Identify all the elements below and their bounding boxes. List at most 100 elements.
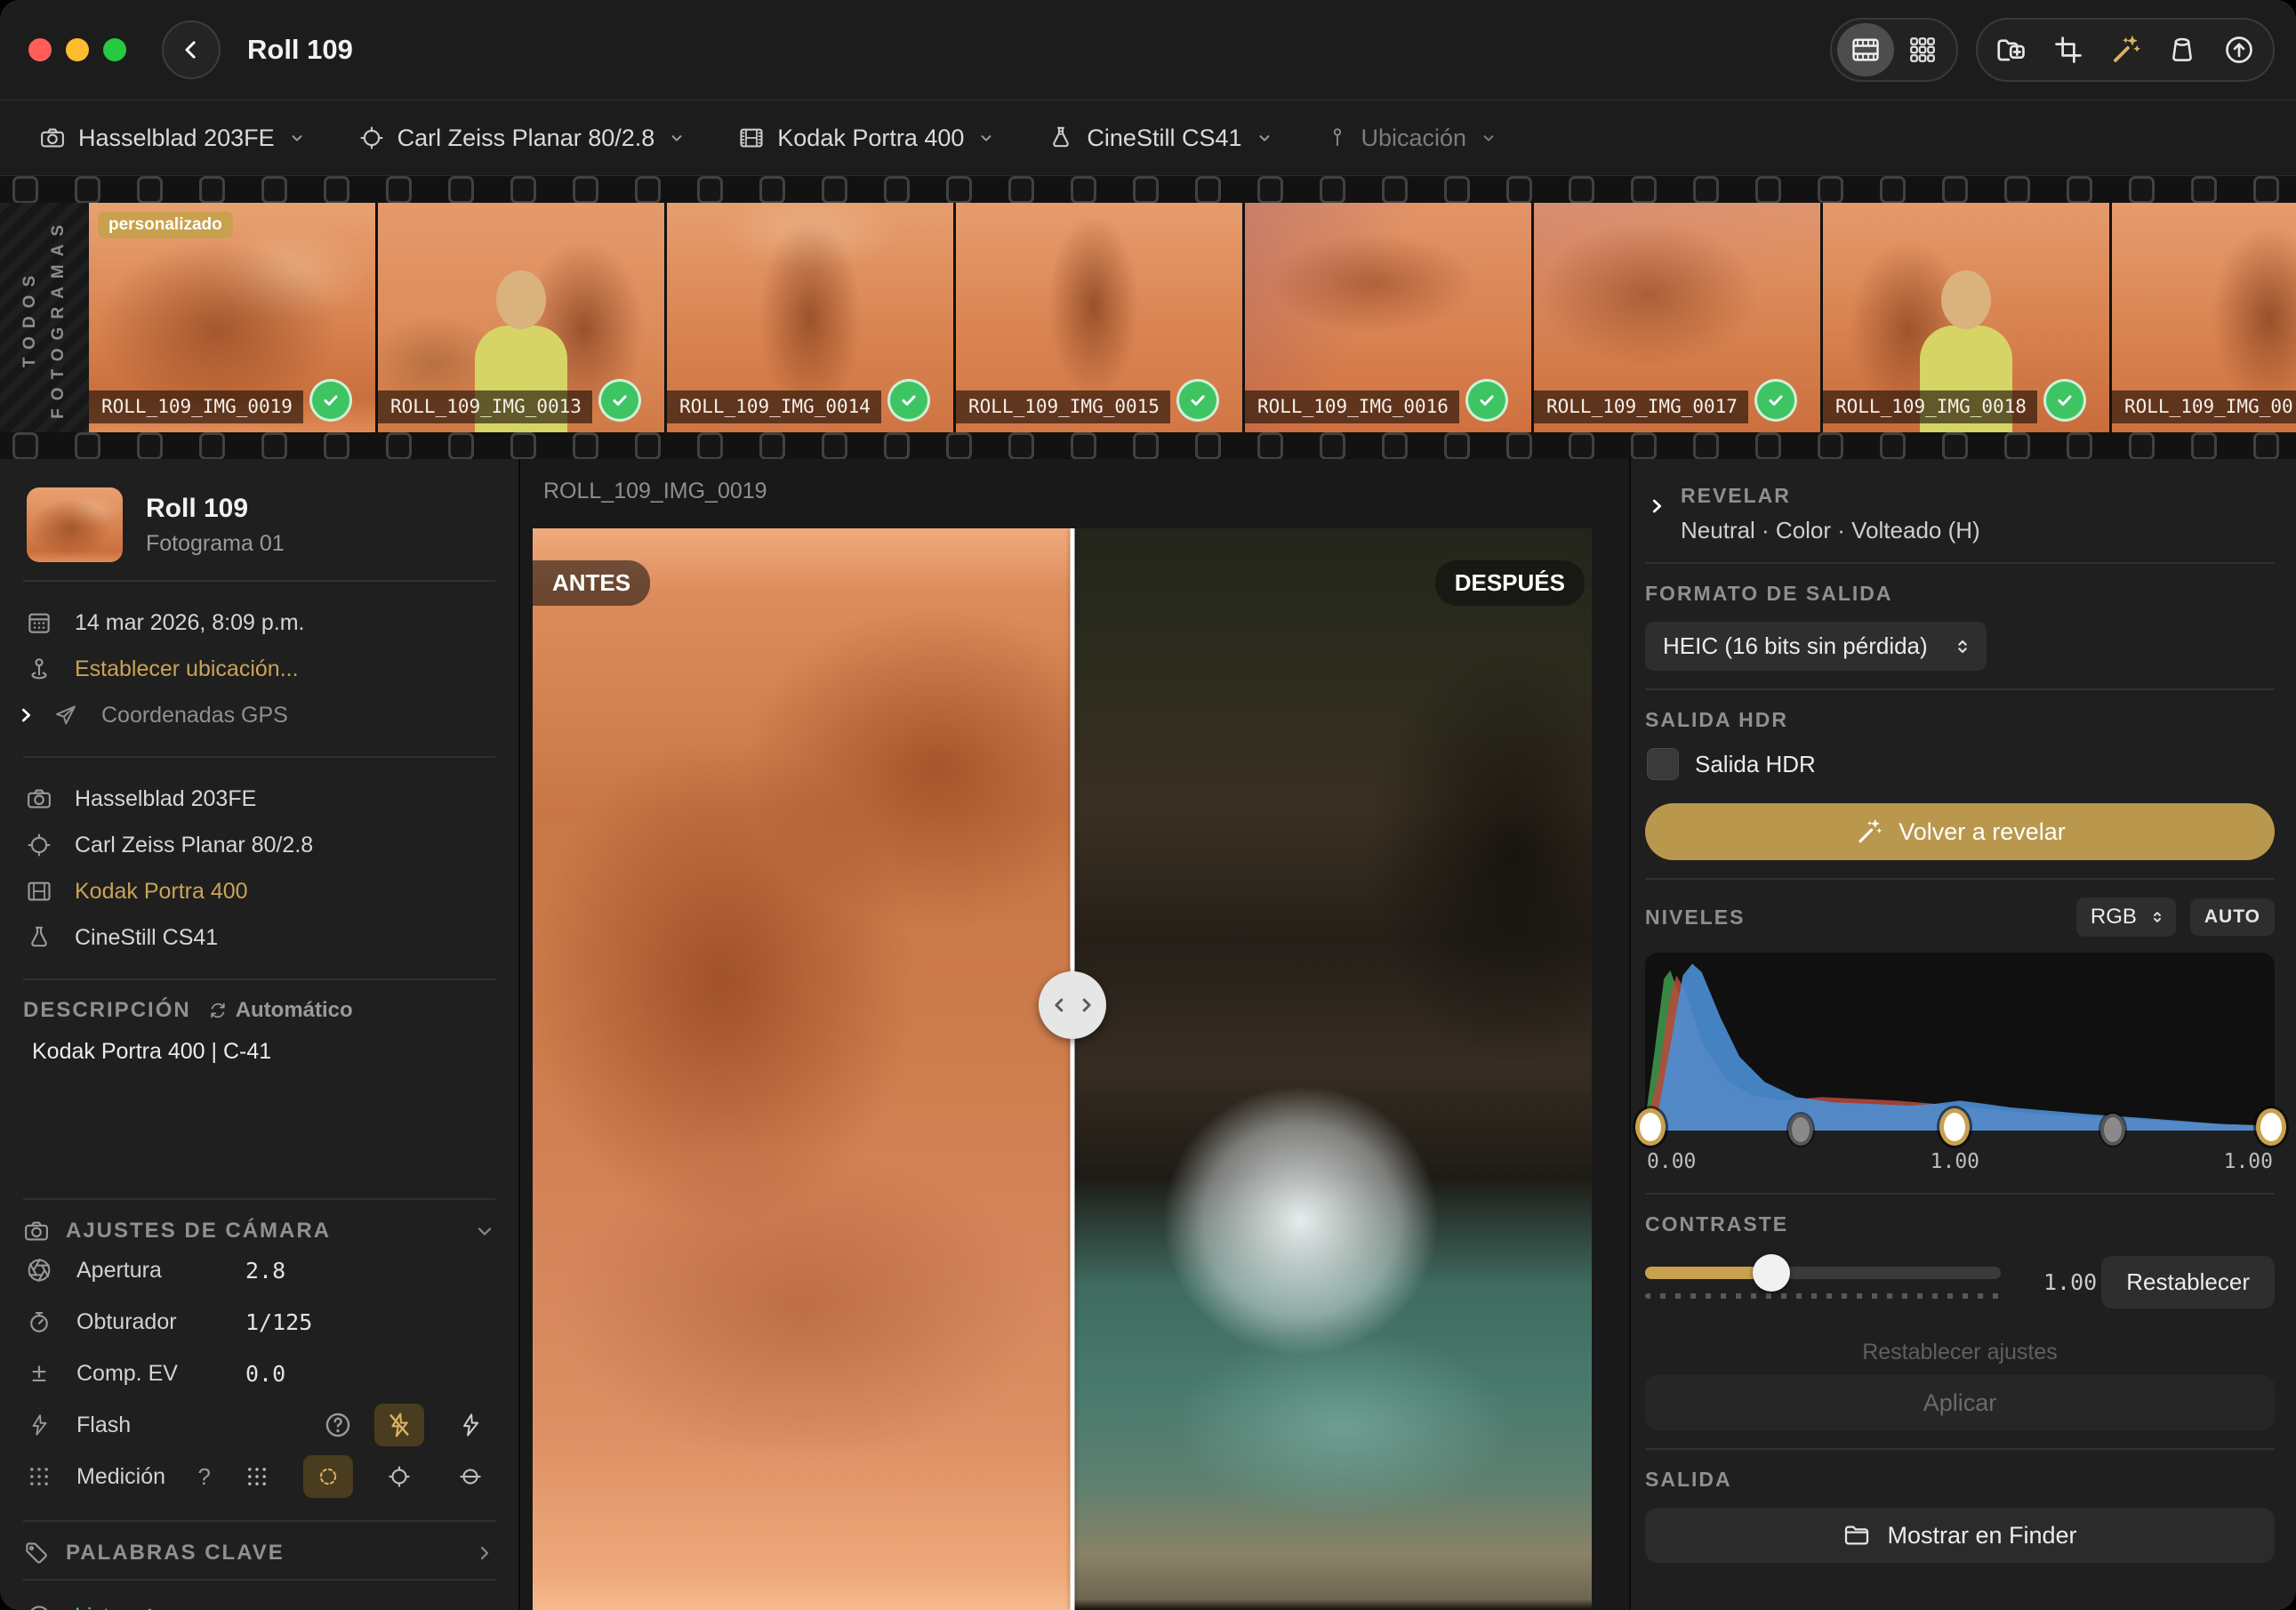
show-in-finder-button[interactable]: Mostrar en Finder: [1645, 1508, 2275, 1563]
lab-dropdown[interactable]: CineStill CS41: [1042, 124, 1277, 153]
view-filmstrip-button[interactable]: [1837, 23, 1894, 76]
chevron-right-icon: [16, 705, 36, 725]
filmstrip-thumbnail[interactable]: ROLL_109_IMG_00: [2112, 203, 2296, 432]
description-value: Kodak Portra 400 | C-41: [32, 1039, 495, 1065]
before-image: ANTES: [533, 528, 1072, 1610]
folder-icon: [1842, 1521, 1871, 1550]
keywords-header[interactable]: PALABRAS CLAVE: [23, 1540, 495, 1566]
view-grid-button[interactable]: [1894, 23, 1951, 76]
location-dropdown[interactable]: Ubicación: [1321, 124, 1503, 153]
camera-icon: [39, 125, 66, 151]
shutter-value: 1/125: [245, 1309, 312, 1335]
levels-auto-button[interactable]: AUTO: [2190, 898, 2275, 936]
metering-centerweighted-toggle[interactable]: [446, 1455, 495, 1498]
compare-slider-handle[interactable]: [1039, 971, 1106, 1039]
levels-handle-gray[interactable]: [1788, 1114, 1813, 1146]
before-after-compare: ANTES DESPUÉS: [533, 528, 1592, 1610]
metering-help[interactable]: ?: [198, 1463, 211, 1491]
crop-button[interactable]: [2040, 23, 2097, 76]
sprocket-hole: [1818, 176, 1843, 203]
page-title: Roll 109: [247, 34, 353, 66]
redevelop-button[interactable]: Volver a revelar: [1645, 803, 2275, 860]
after-image: DESPUÉS: [1072, 528, 1592, 1610]
levels-handle-gray[interactable]: [2100, 1114, 2125, 1146]
flash-on-toggle[interactable]: [446, 1404, 495, 1446]
chevron-right-icon: [474, 1542, 495, 1564]
sprocket-hole: [261, 176, 287, 203]
all-frames-label-1: TODOS: [20, 268, 40, 367]
output-format-select[interactable]: HEIC (16 bits sin pérdida): [1645, 622, 1987, 671]
all-frames-tab[interactable]: TODOS FOTOGRAMAS: [0, 203, 89, 432]
film-icon: [23, 878, 55, 905]
sprocket-hole: [1880, 176, 1906, 203]
sprocket-hole: [1942, 432, 1968, 459]
metering-spot-toggle[interactable]: [303, 1455, 353, 1498]
auto-enhance-button[interactable]: [2097, 23, 2154, 76]
close-window-button[interactable]: [28, 38, 52, 61]
filmstrip-icon: [1850, 34, 1882, 66]
film-row[interactable]: Kodak Portra 400: [23, 868, 495, 914]
filmstrip-thumbnail[interactable]: ROLL_109_IMG_0018: [1823, 203, 2109, 432]
filmstrip-thumbnail[interactable]: ROLL_109_IMG_0016: [1245, 203, 1531, 432]
sprocket-hole: [137, 176, 163, 203]
levels-channel-select[interactable]: RGB: [2076, 898, 2176, 937]
shutter-row: Obturador 1/125: [23, 1296, 495, 1348]
contrast-slider[interactable]: [1645, 1267, 2001, 1299]
sprocket-hole: [1569, 176, 1594, 203]
sprocket-hole: [822, 432, 847, 459]
viewer-filename: ROLL_109_IMG_0019: [543, 479, 767, 504]
filmstrip-thumbnail[interactable]: ROLL_109_IMG_0015: [956, 203, 1242, 432]
filmstrip-thumbnail[interactable]: personalizado ROLL_109_IMG_0019: [89, 203, 375, 432]
film-dropdown[interactable]: Kodak Portra 400: [733, 124, 999, 153]
sprocket-hole: [1942, 176, 1968, 203]
metering-matrix-toggle[interactable]: [232, 1455, 282, 1498]
location-dropdown-label: Ubicación: [1361, 125, 1467, 152]
back-button[interactable]: [162, 20, 221, 79]
zoom-window-button[interactable]: [103, 38, 126, 61]
flash-help-icon[interactable]: [323, 1410, 353, 1440]
sprocket-hole: [1071, 432, 1096, 459]
flash-icon: [23, 1412, 55, 1438]
set-location-link[interactable]: Establecer ubicación...: [23, 646, 495, 692]
filmstrip-thumbnail[interactable]: ROLL_109_IMG_0017: [1534, 203, 1820, 432]
before-badge: ANTES: [533, 560, 650, 606]
thumbnail-filename: ROLL_109_IMG_0019: [89, 390, 303, 423]
export-button[interactable]: [2211, 23, 2268, 76]
filmstrip-thumbnail[interactable]: ROLL_109_IMG_0013: [378, 203, 664, 432]
lens-dropdown[interactable]: Carl Zeiss Planar 80/2.8: [353, 124, 691, 153]
develop-tank-button[interactable]: [2154, 23, 2211, 76]
hdr-checkbox[interactable]: [1647, 748, 1679, 780]
thumbnail-filename: ROLL_109_IMG_0015: [956, 390, 1170, 423]
hdr-checkbox-label: Salida HDR: [1695, 751, 1816, 778]
sprocket-hole: [884, 432, 910, 459]
levels-handle-gold[interactable]: [1939, 1108, 1970, 1146]
flash-on-icon: [458, 1413, 483, 1437]
reset-adjustments-link[interactable]: Restablecer ajustes: [1645, 1339, 2275, 1366]
flash-off-toggle[interactable]: [374, 1404, 424, 1446]
contrast-knob[interactable]: [1753, 1254, 1790, 1292]
chevron-down-icon: [1481, 130, 1497, 146]
gps-row[interactable]: Coordenadas GPS: [23, 692, 495, 738]
new-roll-button[interactable]: [1983, 23, 2040, 76]
sprocket-hole: [75, 432, 100, 459]
auto-description-toggle[interactable]: Automático: [207, 998, 353, 1023]
matrix-metering-icon: [23, 1464, 55, 1489]
apply-button[interactable]: Aplicar: [1645, 1375, 2275, 1430]
minimize-window-button[interactable]: [66, 38, 89, 61]
contrast-ticks: [1645, 1293, 2001, 1299]
map-pin-icon: [23, 656, 55, 682]
camera-settings-header[interactable]: AJUSTES DE CÁMARA: [23, 1218, 495, 1244]
chevron-left-icon: [1050, 995, 1070, 1015]
sprocket-hole: [1693, 432, 1719, 459]
filmstrip-thumbnail[interactable]: ROLL_109_IMG_0014: [667, 203, 953, 432]
metering-partial-toggle[interactable]: [374, 1455, 424, 1498]
contrast-reset-button[interactable]: Restablecer: [2101, 1256, 2275, 1308]
reveal-section-header[interactable]: REVELAR Neutral · Color · Volteado (H): [1647, 484, 2275, 544]
levels-handle-gold[interactable]: [1635, 1108, 1666, 1146]
develop-panel: REVELAR Neutral · Color · Volteado (H) F…: [1629, 459, 2296, 1610]
camera-dropdown[interactable]: Hasselblad 203FE: [34, 124, 310, 153]
levels-handle-gold[interactable]: [2256, 1108, 2286, 1146]
sprocket-hole: [1195, 176, 1221, 203]
flask-icon: [23, 924, 55, 951]
flask-icon: [1048, 125, 1074, 151]
